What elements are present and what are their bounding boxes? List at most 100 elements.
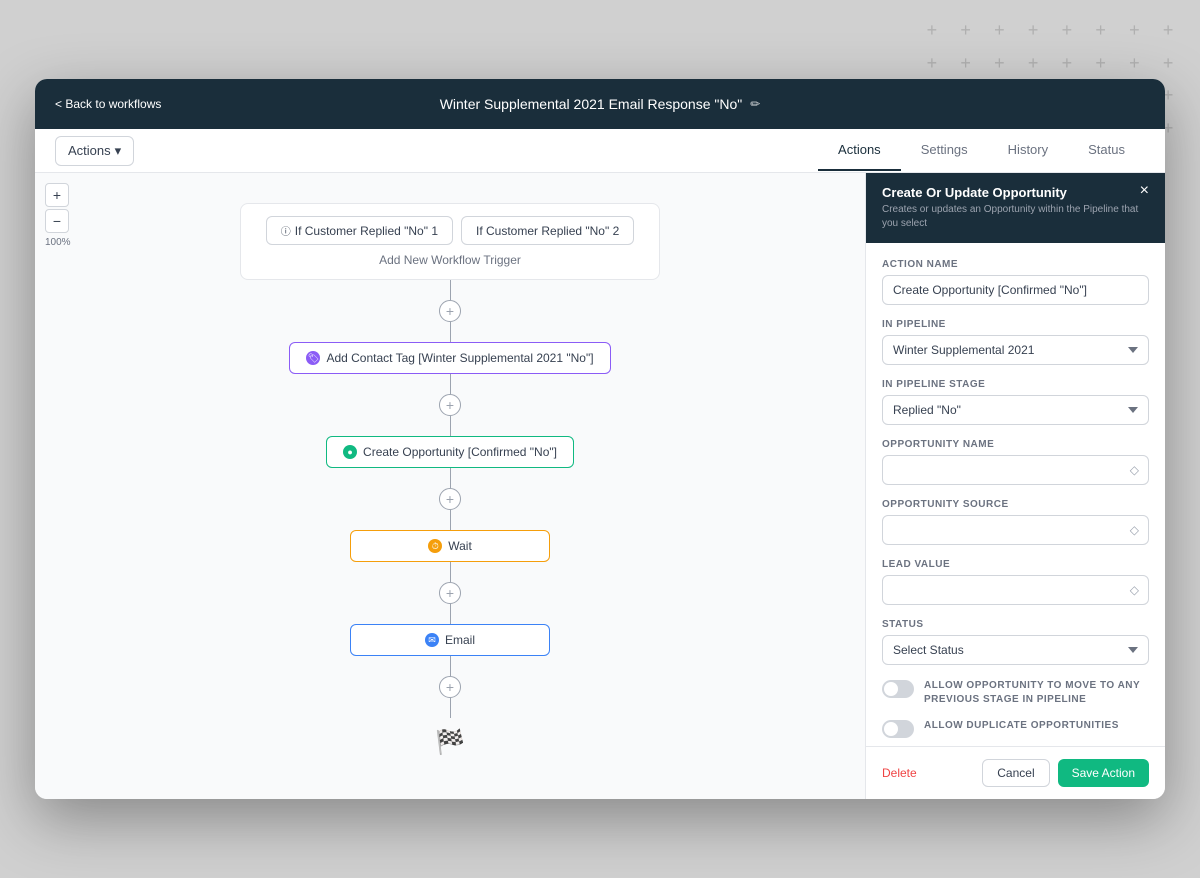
lead-value-input[interactable] <box>882 575 1149 605</box>
email-node-icon: ✉ <box>425 633 439 647</box>
finish-flag: 🏁 <box>435 728 465 757</box>
opportunity-name-icon: ◇ <box>1130 463 1139 477</box>
zoom-in-button[interactable]: + <box>45 183 69 207</box>
opportunity-name-input[interactable] <box>882 455 1149 485</box>
connector-line <box>450 374 451 394</box>
tab-actions[interactable]: Actions <box>818 130 901 171</box>
actions-dropdown-label: Actions <box>68 143 111 158</box>
allow-duplicate-label: ALLOW DUPLICATE OPPORTUNITIES <box>924 719 1119 733</box>
add-node-button-5[interactable]: + <box>439 676 461 698</box>
opportunity-name-input-wrapper: ◇ <box>882 455 1149 485</box>
trigger-button-2[interactable]: If Customer Replied "No" 2 <box>461 216 634 245</box>
wait-node-icon: ⏱ <box>428 539 442 553</box>
trigger-1-label: If Customer Replied "No" 1 <box>295 224 438 238</box>
opportunity-source-label: OPPORTUNITY SOURCE <box>882 499 1149 510</box>
connector-line <box>450 510 451 530</box>
panel-subtitle: Creates or updates an Opportunity within… <box>882 203 1140 231</box>
allow-duplicate-toggle[interactable] <box>882 720 914 738</box>
save-action-button[interactable]: Save Action <box>1058 759 1149 787</box>
actions-dropdown[interactable]: Actions ▾ <box>55 136 134 166</box>
connector-line <box>450 562 451 582</box>
add-node-button-2[interactable]: + <box>439 394 461 416</box>
allow-previous-stage-toggle-row: ALLOW OPPORTUNITY TO MOVE TO ANY PREVIOU… <box>882 679 1149 707</box>
trigger-1-icon: ⓘ <box>281 223 291 238</box>
trigger-buttons: ⓘ If Customer Replied "No" 1 If Customer… <box>261 216 639 245</box>
zoom-level: 100% <box>45 237 71 248</box>
connector-line <box>450 698 451 718</box>
in-pipeline-label: IN PIPELINE <box>882 319 1149 330</box>
workflow-title: Winter Supplemental 2021 Email Response … <box>440 96 743 112</box>
connector-line <box>450 604 451 624</box>
connector-1: + <box>439 280 461 342</box>
tab-history[interactable]: History <box>988 130 1068 171</box>
in-pipeline-select[interactable]: Winter Supplemental 2021 <box>882 335 1149 365</box>
connector-5: + <box>439 656 461 718</box>
tag-node[interactable]: 🏷 Add Contact Tag [Winter Supplemental 2… <box>289 342 610 374</box>
header: < Back to workflows Winter Supplemental … <box>35 79 1165 129</box>
email-node[interactable]: ✉ Email <box>350 624 550 656</box>
trigger-button-1[interactable]: ⓘ If Customer Replied "No" 1 <box>266 216 453 245</box>
wait-node[interactable]: ⏱ Wait <box>350 530 550 562</box>
tag-node-icon: 🏷 <box>306 351 320 365</box>
lead-value-input-wrapper: ◇ <box>882 575 1149 605</box>
email-node-label: Email <box>445 633 475 647</box>
add-node-button-3[interactable]: + <box>439 488 461 510</box>
zoom-out-button[interactable]: − <box>45 209 69 233</box>
add-node-button-4[interactable]: + <box>439 582 461 604</box>
workflow-inner: ⓘ If Customer Replied "No" 1 If Customer… <box>35 173 865 799</box>
action-name-input[interactable] <box>882 275 1149 305</box>
connector-4: + <box>439 562 461 624</box>
allow-duplicate-toggle-row: ALLOW DUPLICATE OPPORTUNITIES <box>882 719 1149 738</box>
panel-footer: Delete Cancel Save Action <box>866 746 1165 799</box>
opportunity-source-icon: ◇ <box>1130 523 1139 537</box>
status-field: STATUS Select Status <box>882 619 1149 665</box>
lead-value-label: LEAD VALUE <box>882 559 1149 570</box>
allow-previous-stage-toggle[interactable] <box>882 680 914 698</box>
cancel-button[interactable]: Cancel <box>982 759 1049 787</box>
app-window: < Back to workflows Winter Supplemental … <box>35 79 1165 799</box>
wait-node-label: Wait <box>448 539 472 553</box>
opportunity-node[interactable]: ● Create Opportunity [Confirmed "No"] <box>326 436 574 468</box>
lead-value-field: LEAD VALUE ◇ <box>882 559 1149 605</box>
status-select[interactable]: Select Status <box>882 635 1149 665</box>
chevron-down-icon: ▾ <box>115 143 122 159</box>
connector-line <box>450 322 451 342</box>
in-pipeline-field: IN PIPELINE Winter Supplemental 2021 <box>882 319 1149 365</box>
lead-value-icon: ◇ <box>1130 583 1139 597</box>
header-title: Winter Supplemental 2021 Email Response … <box>440 96 761 112</box>
add-trigger-button[interactable]: Add New Workflow Trigger <box>261 253 639 267</box>
allow-previous-stage-label: ALLOW OPPORTUNITY TO MOVE TO ANY PREVIOU… <box>924 679 1149 707</box>
back-to-workflows-link[interactable]: < Back to workflows <box>35 97 181 111</box>
trigger-2-label: If Customer Replied "No" 2 <box>476 224 619 238</box>
close-panel-button[interactable]: × <box>1140 183 1149 199</box>
panel-header-text: Create Or Update Opportunity Creates or … <box>882 185 1140 231</box>
panel-title: Create Or Update Opportunity <box>882 185 1140 200</box>
connector-line <box>450 468 451 488</box>
main-content: + − 100% ⓘ If Customer Replied "No" 1 If… <box>35 173 1165 799</box>
tab-status[interactable]: Status <box>1068 130 1145 171</box>
opportunity-name-label: OPPORTUNITY NAME <box>882 439 1149 450</box>
workflow-canvas[interactable]: + − 100% ⓘ If Customer Replied "No" 1 If… <box>35 173 865 799</box>
in-pipeline-stage-field: IN PIPELINE STAGE Replied "No" <box>882 379 1149 425</box>
connector-3: + <box>439 468 461 530</box>
connector-line <box>450 416 451 436</box>
action-name-label: ACTION NAME <box>882 259 1149 270</box>
delete-button[interactable]: Delete <box>882 766 917 780</box>
opportunity-source-input[interactable] <box>882 515 1149 545</box>
edit-title-icon[interactable]: ✏ <box>750 97 760 111</box>
action-name-field: ACTION NAME <box>882 259 1149 305</box>
in-pipeline-stage-select[interactable]: Replied "No" <box>882 395 1149 425</box>
opportunity-name-field: OPPORTUNITY NAME ◇ <box>882 439 1149 485</box>
tabs-bar: Actions ▾ Actions Settings History Statu… <box>35 129 1165 173</box>
in-pipeline-stage-label: IN PIPELINE STAGE <box>882 379 1149 390</box>
opportunity-source-field: OPPORTUNITY SOURCE ◇ <box>882 499 1149 545</box>
opportunity-node-label: Create Opportunity [Confirmed "No"] <box>363 445 557 459</box>
trigger-box: ⓘ If Customer Replied "No" 1 If Customer… <box>240 203 660 280</box>
opportunity-source-input-wrapper: ◇ <box>882 515 1149 545</box>
connector-line <box>450 280 451 300</box>
panel-body: ACTION NAME IN PIPELINE Winter Supplemen… <box>866 243 1165 746</box>
connector-2: + <box>439 374 461 436</box>
canvas-controls: + − 100% <box>45 183 71 248</box>
add-node-button-1[interactable]: + <box>439 300 461 322</box>
tab-settings[interactable]: Settings <box>901 130 988 171</box>
